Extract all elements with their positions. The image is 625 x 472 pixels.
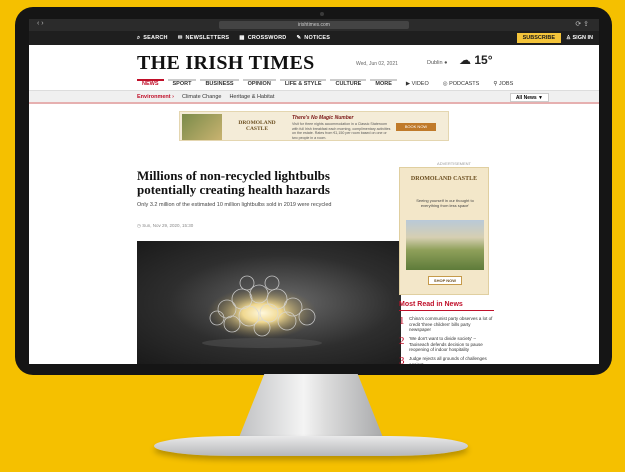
most-read-text: 'We don't want to divide society' – Taoi… <box>409 336 483 352</box>
most-read-item[interactable]: 1 China's communist party observes a lot… <box>399 315 494 337</box>
browser-toolbar: ‹ › irishtimes.com ⟳ ⇪ <box>29 19 599 31</box>
clock-icon: ◷ <box>137 223 141 228</box>
notices-icon: ✎ <box>296 35 302 41</box>
breadcrumb-climate-change[interactable]: Climate Change <box>182 94 221 100</box>
banner-ad[interactable]: DROMOLAND CASTLE There's No Magic Number… <box>179 111 449 141</box>
subscribe-button[interactable]: SUBSCRIBE <box>516 33 561 43</box>
camera-dot <box>320 12 324 16</box>
site-logo[interactable]: THE IRISH TIMES <box>137 52 315 75</box>
advertisement-label: ADVERTISEMENT <box>437 161 471 166</box>
crossword-link[interactable]: ▦ CROSSWORD <box>239 35 286 41</box>
most-read-text: China's communist party observes a lot o… <box>409 316 493 332</box>
address-bar[interactable]: irishtimes.com <box>219 21 409 29</box>
rank-number: 2 <box>399 335 405 347</box>
rank-number: 1 <box>399 315 405 327</box>
back-forward-icon[interactable]: ‹ › <box>37 20 44 27</box>
sign-in-button[interactable]: ♙ SIGN IN <box>566 33 593 43</box>
article-headline: Millions of non-recycled lightbulbs pote… <box>137 168 330 197</box>
monitor-stand-base <box>154 436 468 456</box>
cloud-icon: ☁ <box>459 53 471 67</box>
breadcrumb-environment[interactable]: Environment › <box>137 94 174 100</box>
side-ad[interactable]: DROMOLAND CASTLE Seeing yourself in our … <box>399 167 489 295</box>
browser-tools-icon[interactable]: ⟳ ⇪ <box>575 20 589 28</box>
rank-number: 3 <box>399 355 405 364</box>
tab-news[interactable]: NEWS <box>137 79 164 90</box>
article-meta: ◷ Sun, Nov 29, 2020, 15:30 <box>137 223 194 228</box>
ad-copy: Visit for three nights accommodation in … <box>292 122 391 140</box>
most-read-text: Judge rejects all grounds of challenges … <box>409 356 487 364</box>
tab-business[interactable]: BUSINESS <box>200 79 239 90</box>
notices-link[interactable]: ✎ NOTICES <box>296 35 330 41</box>
weather-location: Dublin ● <box>427 60 448 66</box>
most-read-item[interactable]: 2 'We don't want to divide society' – Ta… <box>399 335 494 357</box>
side-ad-brand: DROMOLAND CASTLE <box>410 176 478 182</box>
all-news-dropdown[interactable]: All News ▼ <box>509 93 549 102</box>
article-standfirst: Only 3.2 million of the estimated 10 mil… <box>137 202 332 208</box>
ad-book-button[interactable]: BOOK NOW <box>396 123 436 131</box>
search-icon: ⌕ <box>137 34 141 41</box>
ad-brand: DROMOLAND CASTLE <box>238 120 276 132</box>
masthead-date: Wed, Jun 02, 2021 <box>356 61 398 67</box>
section-nav: NEWS SPORT BUSINESS OPINION LIFE & STYLE… <box>29 75 599 91</box>
lightbulbs-image <box>202 275 322 348</box>
weather-temp[interactable]: ☁ 15° <box>459 53 493 67</box>
most-read-item[interactable]: 3 Judge rejects all grounds of challenge… <box>399 355 494 364</box>
monitor-stand-neck <box>238 374 384 440</box>
tab-life-style[interactable]: LIFE & STYLE <box>279 79 327 90</box>
top-navigation: ⌕ SEARCH ✉ NEWSLETTERS ▦ CROSSWORD ✎ NOTICES… <box>29 31 599 45</box>
user-icon: ♙ <box>566 35 571 41</box>
search-link[interactable]: ⌕ SEARCH <box>137 35 168 42</box>
breadcrumb-heritage[interactable]: Heritage & Habitat <box>229 94 274 100</box>
screen: ‹ › irishtimes.com ⟳ ⇪ ⌕ SEARCH ✉ NEWSLETT… <box>29 19 599 364</box>
breadcrumb: Environment › Climate Change Heritage & … <box>29 91 599 104</box>
article-photo <box>137 241 401 364</box>
ad-headline: There's No Magic Number <box>292 115 354 121</box>
ad-image <box>182 114 222 140</box>
jobs-link[interactable]: ⚲ JOBS <box>488 79 518 90</box>
tab-more[interactable]: MORE <box>370 79 397 90</box>
crossword-icon: ▦ <box>239 35 245 41</box>
side-ad-shop-button[interactable]: SHOP NOW <box>428 276 462 285</box>
video-link[interactable]: ▶ VIDEO <box>401 79 434 90</box>
newsletters-link[interactable]: ✉ NEWSLETTERS <box>178 35 230 41</box>
chevron-down-icon: ▼ <box>538 95 543 101</box>
side-ad-copy: Seeing yourself in our thought to everyt… <box>416 198 474 208</box>
tab-opinion[interactable]: OPINION <box>242 79 276 90</box>
mail-icon: ✉ <box>177 35 183 41</box>
monitor: ‹ › irishtimes.com ⟳ ⇪ ⌕ SEARCH ✉ NEWSLETT… <box>15 7 612 375</box>
masthead: THE IRISH TIMES Wed, Jun 02, 2021 Dublin… <box>29 45 599 75</box>
location-pin-icon: ● <box>444 60 448 66</box>
podcasts-link[interactable]: ◎ PODCASTS <box>438 79 485 90</box>
side-ad-image <box>406 220 484 270</box>
most-read-title: Most Read in News <box>399 301 494 311</box>
tab-sport[interactable]: SPORT <box>167 79 197 90</box>
tab-culture[interactable]: CULTURE <box>330 79 367 90</box>
